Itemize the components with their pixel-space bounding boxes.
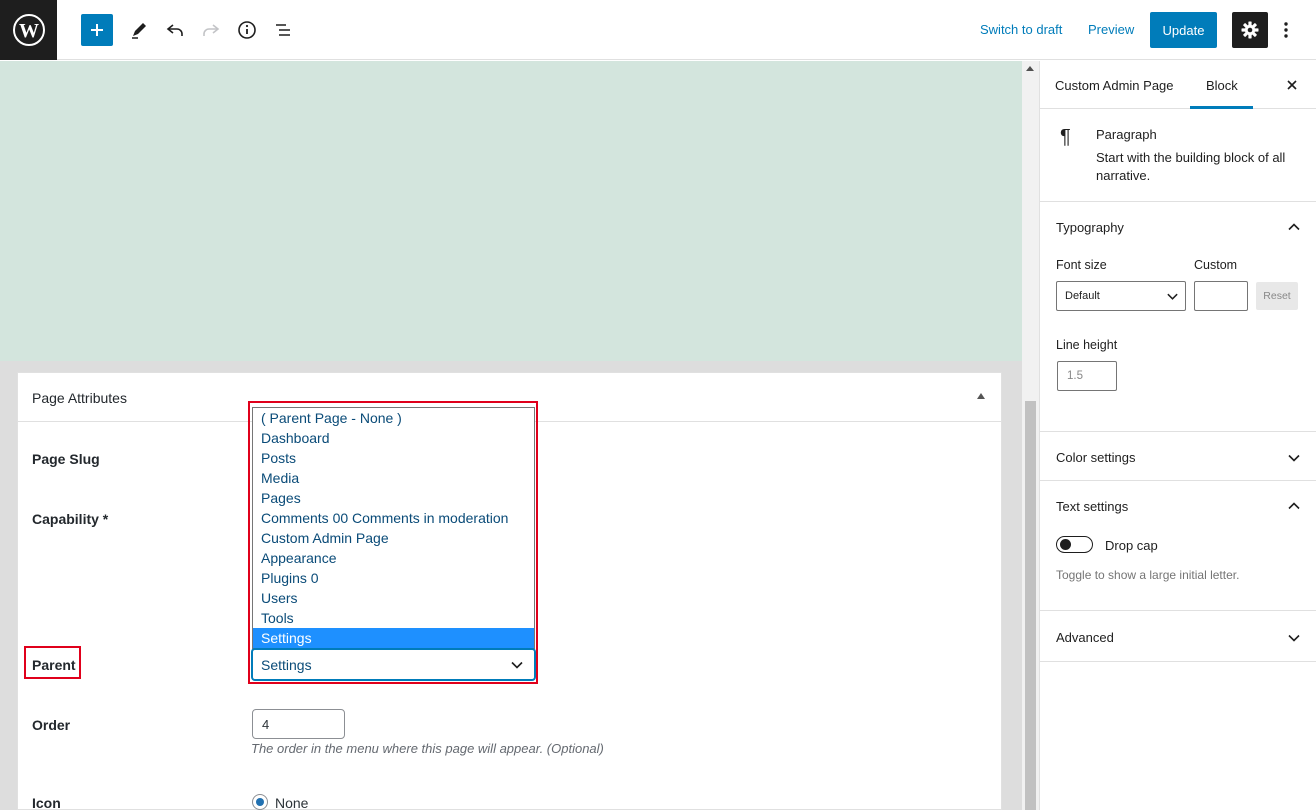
block-card: ¶ Paragraph Start with the building bloc…: [1040, 109, 1316, 202]
scrollbar-thumb[interactable]: [1025, 401, 1036, 810]
parent-option[interactable]: Users: [253, 588, 534, 608]
tab-block[interactable]: Block: [1206, 78, 1238, 93]
chevron-up-icon[interactable]: [1287, 499, 1301, 513]
redo-button[interactable]: [195, 14, 227, 46]
chevron-down-icon: [1167, 293, 1178, 300]
wordpress-logo[interactable]: W: [0, 0, 57, 60]
settings-sidebar: Custom Admin Page Block ¶ Paragraph Star…: [1039, 61, 1316, 810]
reset-button[interactable]: Reset: [1256, 282, 1298, 310]
capability-label: Capability *: [32, 511, 109, 527]
add-block-button[interactable]: [81, 14, 113, 46]
color-settings-section[interactable]: Color settings: [1040, 432, 1316, 481]
chevron-up-icon[interactable]: [1287, 220, 1301, 234]
page-slug-label: Page Slug: [32, 451, 100, 467]
parent-options-list[interactable]: ( Parent Page - None ) Dashboard Posts M…: [252, 407, 535, 649]
parent-option[interactable]: Media: [253, 468, 534, 488]
typography-section: Typography: [1040, 202, 1316, 432]
tab-document[interactable]: Custom Admin Page: [1055, 78, 1174, 93]
redo-icon: [203, 24, 220, 36]
parent-option[interactable]: Posts: [253, 448, 534, 468]
plus-icon: [91, 24, 103, 36]
list-view-button[interactable]: [267, 14, 299, 46]
editor-canvas[interactable]: [0, 61, 1022, 361]
custom-size-label: Custom: [1194, 258, 1238, 272]
radio-dot-icon: [256, 798, 264, 806]
parent-select-value: Settings: [261, 657, 312, 673]
line-height-placeholder: 1.5: [1067, 370, 1083, 382]
pencil-icon: [132, 23, 146, 39]
more-vertical-icon: [1284, 22, 1288, 38]
color-settings-title[interactable]: Color settings: [1056, 450, 1135, 465]
gear-icon: [1241, 21, 1259, 39]
order-value: 4: [262, 717, 270, 732]
parent-option[interactable]: Custom Admin Page: [253, 528, 534, 548]
switch-to-draft-link[interactable]: Switch to draft: [980, 22, 1062, 37]
parent-option[interactable]: Dashboard: [253, 428, 534, 448]
undo-button[interactable]: [159, 14, 191, 46]
parent-select[interactable]: Settings: [252, 649, 535, 680]
chevron-down-icon[interactable]: [1287, 451, 1301, 465]
font-size-value: Default: [1065, 290, 1100, 302]
parent-option[interactable]: Comments 00 Comments in moderation: [253, 508, 534, 528]
drop-cap-toggle[interactable]: [1056, 536, 1093, 553]
parent-option[interactable]: Tools: [253, 608, 534, 628]
parent-option[interactable]: Appearance: [253, 548, 534, 568]
drop-cap-label: Drop cap: [1105, 538, 1158, 553]
info-icon: [238, 21, 256, 39]
close-icon: [1287, 80, 1297, 90]
sidebar-tabs: Custom Admin Page Block: [1040, 61, 1316, 109]
icon-label: Icon: [32, 795, 61, 810]
wordpress-icon: W: [12, 14, 45, 46]
scroll-up-arrow-icon[interactable]: [1026, 66, 1034, 71]
details-button[interactable]: [231, 14, 263, 46]
font-size-label: Font size: [1056, 258, 1107, 272]
parent-option[interactable]: Plugins 0: [253, 568, 534, 588]
editor-scrollbar[interactable]: [1022, 61, 1039, 810]
block-title: Paragraph: [1096, 127, 1157, 142]
chevron-down-icon: [511, 661, 523, 669]
order-help-text: The order in the menu where this page wi…: [251, 741, 604, 756]
undo-icon: [166, 24, 183, 36]
toggle-knob: [1060, 539, 1071, 550]
font-size-select[interactable]: Default: [1056, 281, 1186, 311]
line-height-label: Line height: [1056, 338, 1118, 352]
drop-cap-help: Toggle to show a large initial letter.: [1056, 568, 1240, 582]
preview-link[interactable]: Preview: [1088, 22, 1134, 37]
list-view-icon: [276, 24, 290, 36]
close-sidebar-button[interactable]: [1284, 75, 1300, 95]
advanced-section[interactable]: Advanced: [1040, 611, 1316, 662]
parent-option-selected[interactable]: Settings: [253, 628, 534, 648]
icon-none-label: None: [275, 795, 309, 810]
advanced-title[interactable]: Advanced: [1056, 630, 1114, 645]
order-label: Order: [32, 717, 71, 733]
line-height-input[interactable]: 1.5: [1057, 361, 1117, 391]
settings-button[interactable]: [1232, 12, 1268, 48]
parent-option[interactable]: Pages: [253, 488, 534, 508]
typography-title[interactable]: Typography: [1056, 220, 1124, 235]
parent-label: Parent: [32, 657, 76, 673]
chevron-down-icon[interactable]: [1287, 631, 1301, 645]
panel-title: Page Attributes: [32, 390, 127, 406]
order-input[interactable]: 4: [252, 709, 345, 739]
paragraph-icon: ¶: [1060, 126, 1071, 148]
update-button[interactable]: Update: [1150, 12, 1217, 48]
parent-option[interactable]: ( Parent Page - None ): [253, 408, 534, 428]
block-description: Start with the building block of all nar…: [1096, 150, 1286, 183]
icon-none-radio[interactable]: [252, 794, 268, 810]
collapse-arrow-icon[interactable]: [977, 393, 985, 399]
more-options-button[interactable]: [1276, 14, 1296, 46]
custom-font-size-input[interactable]: [1194, 281, 1248, 311]
svg-text:W: W: [19, 20, 39, 42]
text-settings-title[interactable]: Text settings: [1056, 499, 1128, 514]
tools-button[interactable]: [123, 14, 155, 46]
top-toolbar: W Switch to draft Preview Update: [0, 0, 1316, 60]
